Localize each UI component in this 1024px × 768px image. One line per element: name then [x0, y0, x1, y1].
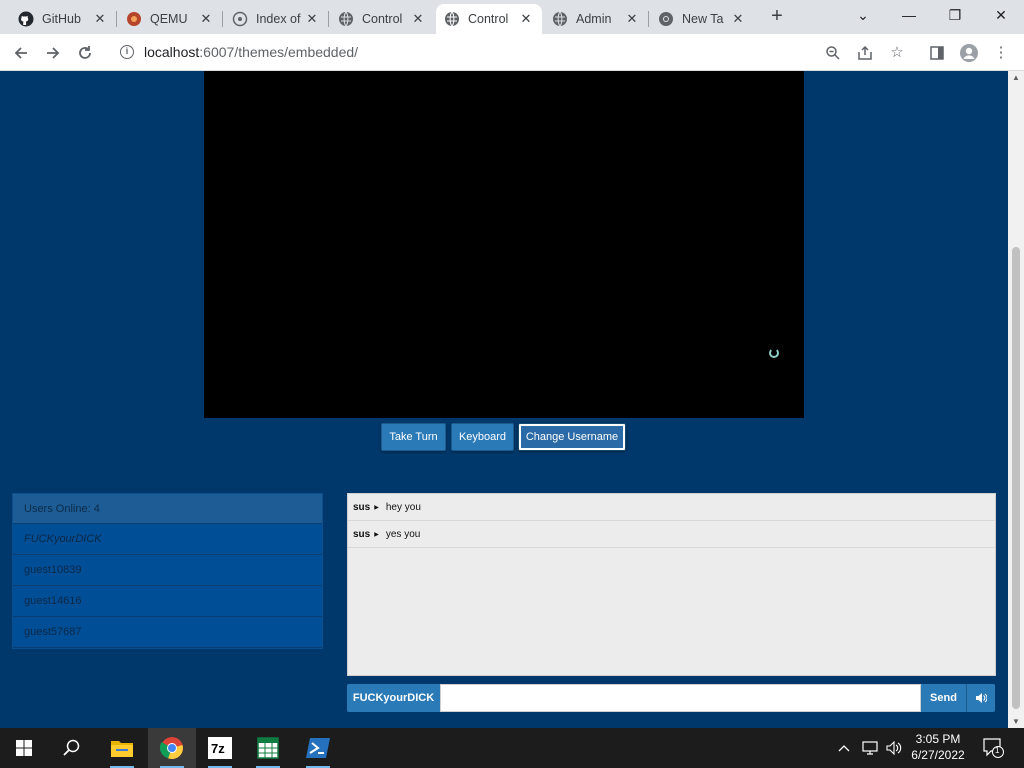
system-clock[interactable]: 3:05 PM 6/27/2022: [905, 731, 971, 763]
notification-center-icon[interactable]: 1: [983, 728, 1005, 768]
chat-text: yes you: [385, 528, 421, 540]
site-info-icon[interactable]: i: [120, 45, 134, 59]
user-list-item[interactable]: guest14616: [13, 586, 322, 617]
tab-title: Control: [468, 12, 509, 26]
browser-tab-strip: GitHub ✕ QEMU ✕ Index of ✕ Control ✕ Con…: [0, 0, 1024, 34]
globe-icon: [552, 11, 568, 27]
tab-title: GitHub: [42, 12, 81, 26]
users-online-header: Users Online: 4: [13, 494, 322, 524]
page-content: Take Turn Keyboard Change Username Users…: [0, 71, 1008, 728]
chat-message: sus ▶ yes you: [348, 521, 995, 548]
tab-title: QEMU: [150, 12, 188, 26]
user-list-item[interactable]: guest10839: [13, 555, 322, 586]
qemu-icon: [126, 11, 142, 27]
back-button[interactable]: [8, 40, 34, 66]
chat-username-button[interactable]: FUCKyourDICK: [347, 684, 440, 712]
users-online-panel: Users Online: 4 FUCKyourDICK guest10839 …: [12, 493, 323, 649]
browser-tab[interactable]: QEMU ✕: [118, 4, 222, 34]
arrow-right-icon: ▶: [374, 531, 379, 538]
search-icon[interactable]: [48, 728, 96, 768]
browser-tab[interactable]: Admin ✕: [544, 4, 648, 34]
chat-text: hey you: [385, 501, 421, 513]
browser-tab[interactable]: New Ta ✕: [650, 4, 754, 34]
close-tab-icon[interactable]: ✕: [624, 11, 640, 27]
address-bar[interactable]: i localhost:6007/themes/embedded/: [108, 38, 920, 66]
clock-time: 3:05 PM: [915, 732, 961, 746]
page-scrollbar[interactable]: ▲ ▼: [1008, 71, 1024, 728]
profile-avatar-icon[interactable]: [956, 40, 982, 66]
globe-icon: [444, 11, 460, 27]
url-text: localhost:6007/themes/embedded/: [144, 44, 359, 60]
close-window-button[interactable]: ✕: [978, 0, 1024, 30]
close-tab-icon[interactable]: ✕: [92, 11, 108, 27]
reload-button[interactable]: [72, 40, 98, 66]
tab-title: New Ta: [682, 12, 724, 26]
user-list-item[interactable]: guest57687: [13, 617, 322, 648]
side-panel-icon[interactable]: [924, 40, 950, 66]
change-username-button[interactable]: Change Username: [518, 423, 626, 451]
send-button[interactable]: Send: [921, 684, 966, 712]
close-tab-icon[interactable]: ✕: [730, 11, 746, 27]
chat-username: sus: [353, 528, 371, 540]
github-icon: [18, 11, 34, 27]
share-icon[interactable]: [852, 40, 878, 66]
chrome-icon: [658, 11, 674, 27]
minimize-button[interactable]: —: [886, 0, 932, 30]
vm-display[interactable]: [204, 71, 804, 418]
globe-icon: [338, 11, 354, 27]
new-tab-button[interactable]: +: [766, 6, 788, 28]
scroll-down-icon[interactable]: ▼: [1012, 717, 1020, 726]
chat-input[interactable]: [440, 684, 921, 712]
close-tab-icon[interactable]: ✕: [410, 11, 426, 27]
close-tab-icon[interactable]: ✕: [198, 11, 214, 27]
browser-tab[interactable]: Index of ✕: [224, 4, 328, 34]
svg-text:7z: 7z: [211, 741, 225, 756]
scroll-up-icon[interactable]: ▲: [1012, 73, 1020, 82]
browser-tab[interactable]: GitHub ✕: [10, 4, 116, 34]
volume-icon[interactable]: [966, 684, 995, 712]
loading-spinner-icon: [769, 348, 779, 358]
scrollbar-thumb[interactable]: [1012, 247, 1020, 709]
restore-button[interactable]: ❐: [932, 0, 978, 30]
tab-search-icon[interactable]: ⌄: [840, 0, 886, 30]
chat-log: sus ▶ hey you sus ▶ yes you: [347, 493, 996, 676]
menu-kebab-icon[interactable]: ⋮: [988, 40, 1014, 66]
spreadsheet-app-icon[interactable]: [244, 728, 292, 768]
tab-title: Admin: [576, 12, 612, 26]
show-hidden-icons-chevron-icon[interactable]: [838, 728, 850, 768]
powershell-icon[interactable]: [294, 728, 342, 768]
network-icon[interactable]: [862, 728, 878, 768]
close-tab-icon[interactable]: ✕: [518, 11, 534, 27]
browser-toolbar: i localhost:6007/themes/embedded/ ☆ ⋮: [0, 34, 1024, 71]
arrow-right-icon: ▶: [374, 504, 379, 511]
zoom-icon[interactable]: [820, 40, 846, 66]
browser-tab-active[interactable]: Control ✕: [436, 4, 542, 34]
browser-tab[interactable]: Control ✕: [330, 4, 434, 34]
close-tab-icon[interactable]: ✕: [304, 11, 320, 27]
forward-button[interactable]: [40, 40, 66, 66]
bookmark-star-icon[interactable]: ☆: [884, 40, 910, 66]
notification-count-badge: 1: [995, 746, 1000, 755]
tab-title: Control: [362, 12, 403, 26]
tab-title: Index of: [256, 12, 301, 26]
user-list-item[interactable]: FUCKyourDICK: [13, 524, 322, 555]
chat-username: sus: [353, 501, 371, 513]
index-icon: [232, 11, 248, 27]
chat-message: sus ▶ hey you: [348, 494, 995, 521]
windows-taskbar: 7z 3:05 PM 6/27/2022 1: [0, 728, 1024, 768]
windows-start-icon[interactable]: [0, 728, 48, 768]
clock-date: 6/27/2022: [911, 748, 965, 762]
7zip-icon[interactable]: 7z: [196, 728, 244, 768]
chrome-taskbar-icon[interactable]: [148, 728, 196, 768]
take-turn-button[interactable]: Take Turn: [381, 423, 446, 451]
keyboard-button[interactable]: Keyboard: [451, 423, 514, 451]
file-explorer-icon[interactable]: [98, 728, 146, 768]
volume-tray-icon[interactable]: [886, 728, 902, 768]
